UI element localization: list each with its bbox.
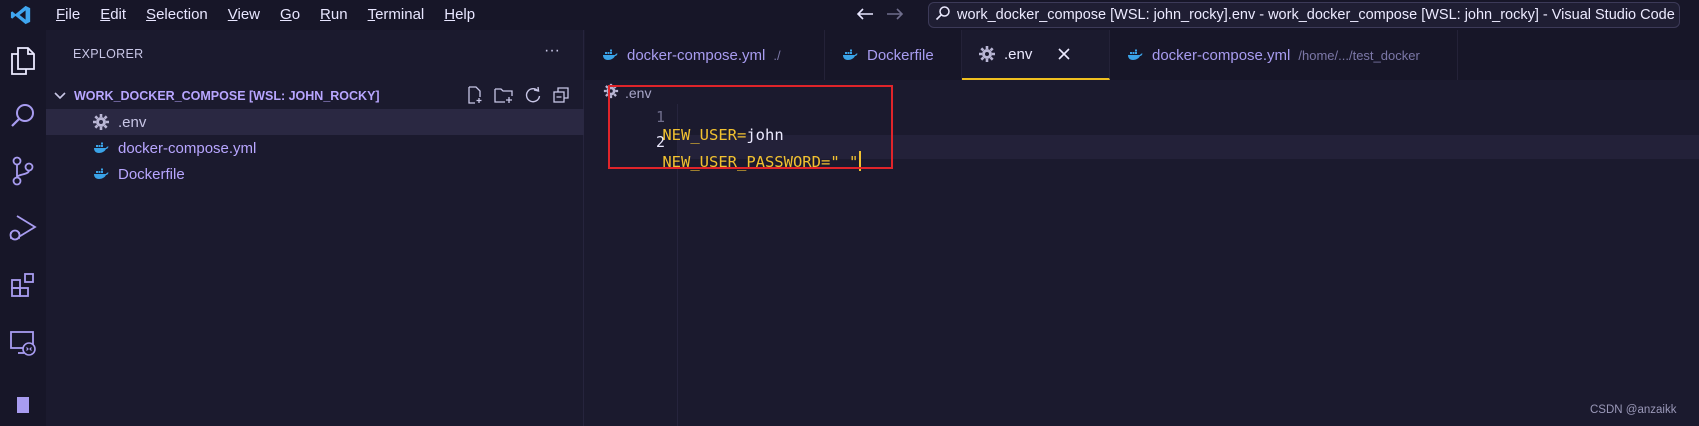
tab-label: docker-compose.yml bbox=[1152, 46, 1291, 64]
menu-help[interactable]: Help bbox=[434, 0, 485, 30]
workspace-section-header[interactable]: WORK_DOCKER_COMPOSE [WSL: JOHN_ROCKY] bbox=[46, 83, 584, 109]
tab-dockerfile[interactable]: Dockerfile bbox=[825, 30, 962, 80]
editor-tab-bar: docker-compose.yml ./ Dockerfile .env do… bbox=[585, 30, 1699, 80]
gear-icon bbox=[978, 45, 996, 63]
docker-icon bbox=[92, 165, 110, 183]
command-center[interactable]: work_docker_compose [WSL: john_rocky].en… bbox=[928, 2, 1680, 28]
tab-description: ./ bbox=[773, 47, 781, 63]
search-icon bbox=[935, 5, 951, 26]
gear-icon bbox=[92, 113, 110, 131]
tab-label: docker-compose.yml bbox=[627, 46, 766, 64]
more-actions-icon[interactable]: ··· bbox=[544, 42, 560, 60]
docker-icon bbox=[841, 46, 859, 64]
search-sidebar-icon[interactable] bbox=[0, 93, 46, 139]
tree-item-label: .env bbox=[118, 113, 147, 131]
red-annotation-box bbox=[608, 85, 893, 169]
watermark: CSDN @anzaikk bbox=[1590, 404, 1677, 416]
vscode-logo-icon bbox=[8, 2, 34, 28]
collapse-all-icon[interactable] bbox=[552, 86, 570, 109]
chevron-down-icon bbox=[54, 89, 70, 103]
new-folder-icon[interactable] bbox=[494, 86, 514, 109]
tree-item-docker-compose[interactable]: docker-compose.yml bbox=[46, 135, 584, 161]
activity-bar bbox=[0, 30, 46, 426]
section-actions bbox=[466, 86, 570, 109]
docker-icon bbox=[1126, 46, 1144, 64]
tab-docker-compose-test[interactable]: docker-compose.yml /home/.../test_docker bbox=[1110, 30, 1458, 80]
tab-description: /home/.../test_docker bbox=[1298, 47, 1420, 63]
title-bar: File Edit Selection View Go Run Terminal… bbox=[0, 0, 1699, 30]
refresh-icon[interactable] bbox=[524, 86, 542, 109]
explorer-sidebar: EXPLORER ··· WORK_DOCKER_COMPOSE [WSL: J… bbox=[46, 30, 584, 426]
window-title: work_docker_compose [WSL: john_rocky].en… bbox=[957, 7, 1675, 23]
menu-bar: File Edit Selection View Go Run Terminal… bbox=[46, 0, 485, 30]
run-debug-icon[interactable] bbox=[0, 205, 46, 251]
tree-item-label: docker-compose.yml bbox=[118, 139, 257, 157]
menu-go[interactable]: Go bbox=[270, 0, 310, 30]
source-control-icon[interactable] bbox=[0, 148, 46, 194]
forward-arrow-icon[interactable] bbox=[886, 5, 904, 26]
explorer-header: EXPLORER bbox=[73, 47, 144, 61]
tree-item-env[interactable]: .env bbox=[46, 109, 584, 135]
docker-icon bbox=[601, 46, 619, 64]
menu-run[interactable]: Run bbox=[310, 0, 358, 30]
menu-terminal[interactable]: Terminal bbox=[358, 0, 435, 30]
tree-item-dockerfile[interactable]: Dockerfile bbox=[46, 161, 584, 187]
back-arrow-icon[interactable] bbox=[856, 5, 874, 26]
tab-label: .env bbox=[1004, 45, 1033, 63]
tab-label: Dockerfile bbox=[867, 46, 934, 64]
docker-panel-icon[interactable] bbox=[0, 378, 46, 424]
explorer-icon[interactable] bbox=[0, 38, 46, 84]
docker-icon bbox=[92, 139, 110, 157]
tab-docker-compose-local[interactable]: docker-compose.yml ./ bbox=[585, 30, 825, 80]
navigation-arrows bbox=[856, 0, 904, 30]
menu-selection[interactable]: Selection bbox=[136, 0, 218, 30]
workspace-title: WORK_DOCKER_COMPOSE [WSL: JOHN_ROCKY] bbox=[74, 89, 380, 103]
new-file-icon[interactable] bbox=[466, 86, 484, 109]
tab-env[interactable]: .env bbox=[962, 30, 1110, 80]
menu-edit[interactable]: Edit bbox=[90, 0, 136, 30]
close-icon[interactable] bbox=[1058, 44, 1070, 65]
menu-file[interactable]: File bbox=[46, 0, 90, 30]
menu-view[interactable]: View bbox=[218, 0, 270, 30]
remote-explorer-icon[interactable] bbox=[0, 320, 46, 366]
extensions-icon[interactable] bbox=[0, 262, 46, 308]
tree-item-label: Dockerfile bbox=[118, 165, 185, 183]
